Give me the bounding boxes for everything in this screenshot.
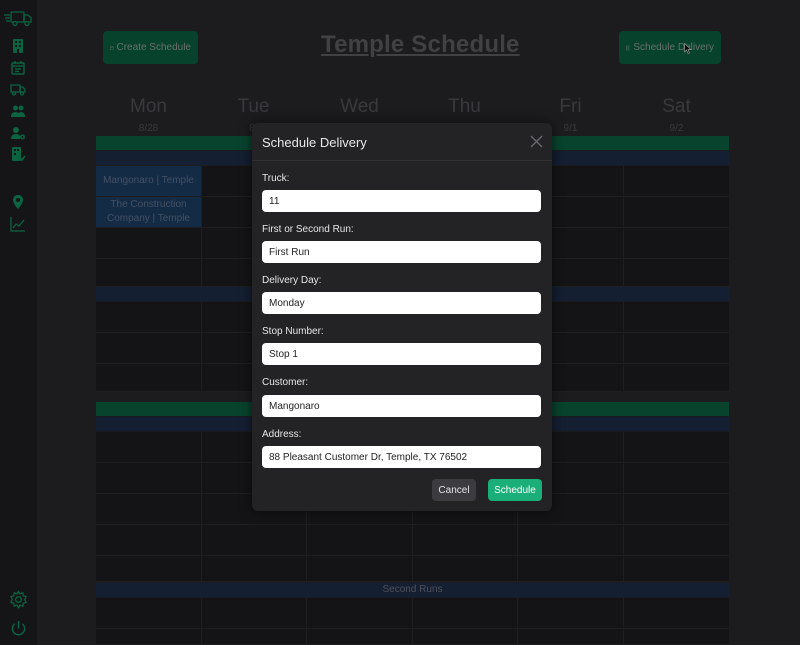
stop-number-select[interactable] bbox=[262, 343, 541, 365]
truck-input[interactable] bbox=[262, 190, 541, 212]
delivery-day-select[interactable] bbox=[262, 292, 541, 314]
run-select[interactable] bbox=[262, 241, 541, 263]
app-window: Create Schedule Temple Schedule Schedule… bbox=[0, 0, 800, 645]
modal-title: Schedule Delivery bbox=[262, 135, 367, 150]
truck-label: Truck: bbox=[262, 173, 290, 184]
stop-number-label: Stop Number: bbox=[262, 326, 324, 337]
delivery-day-label: Delivery Day: bbox=[262, 275, 322, 286]
schedule-delivery-modal: Schedule Delivery Truck: First or Second… bbox=[252, 123, 552, 511]
address-input[interactable] bbox=[262, 446, 541, 468]
modal-header: Schedule Delivery bbox=[252, 123, 552, 161]
close-icon[interactable] bbox=[530, 135, 543, 148]
cancel-button[interactable]: Cancel bbox=[432, 479, 476, 501]
run-label: First or Second Run: bbox=[262, 224, 354, 235]
customer-label: Customer: bbox=[262, 377, 309, 388]
customer-input[interactable] bbox=[262, 395, 541, 417]
schedule-button[interactable]: Schedule bbox=[488, 479, 542, 501]
address-label: Address: bbox=[262, 429, 302, 440]
